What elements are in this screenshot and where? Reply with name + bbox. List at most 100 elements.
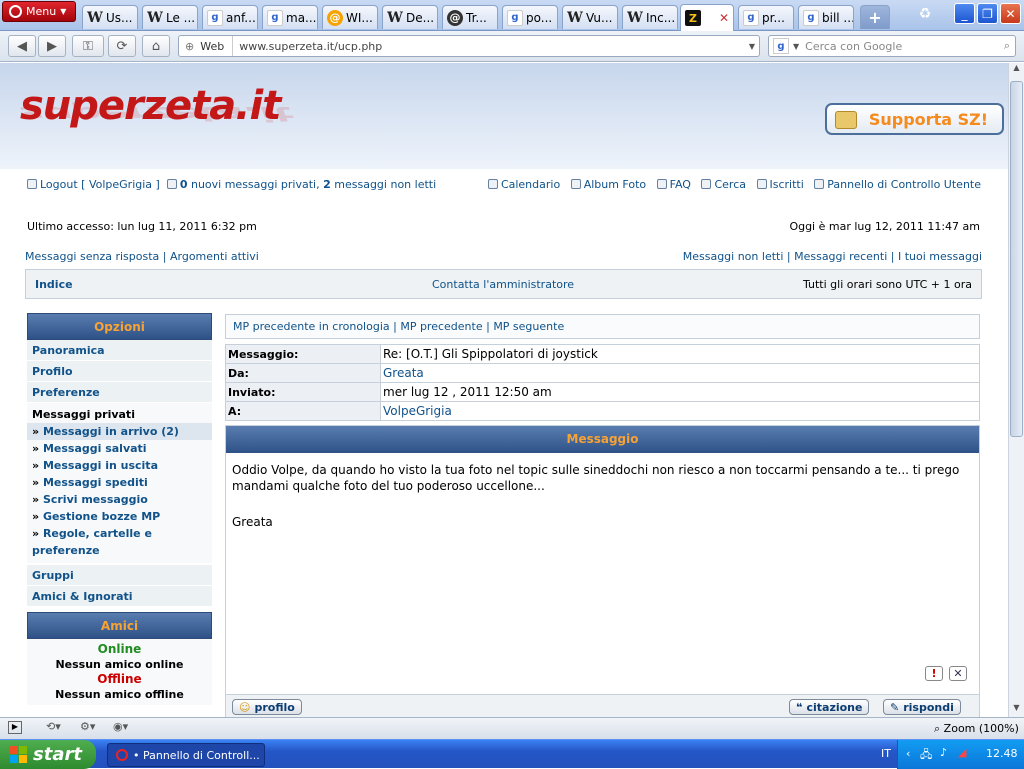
browser-tab[interactable]: g anf... <box>202 5 258 29</box>
sidebar-item-groups[interactable]: Gruppi <box>27 565 212 586</box>
reload-button[interactable]: ⟳ <box>108 35 136 57</box>
search-link[interactable]: Cerca <box>714 178 746 191</box>
user-links-left: Logout [ VolpeGrigia ] 0 nuovi messaggi … <box>27 178 447 191</box>
browser-tab[interactable]: W De... <box>382 5 438 29</box>
logout-link[interactable]: Logout [ VolpeGrigia ] <box>40 178 160 191</box>
search-input[interactable]: Cerca con Google <box>805 40 902 53</box>
start-button[interactable]: start <box>0 740 96 769</box>
offline-none: Nessun amico offline <box>55 688 184 701</box>
report-button[interactable]: ! <box>925 666 943 681</box>
browser-tab[interactable]: W Le ... <box>142 5 198 29</box>
unite-icon[interactable]: ⚙▾ <box>80 720 95 733</box>
pm-history-link[interactable]: MP precedente in cronologia <box>233 320 390 333</box>
back-button[interactable]: ◀ <box>8 35 36 57</box>
zoom-control[interactable]: ⌕ Zoom (100%) <box>934 722 1019 736</box>
browser-tab[interactable]: W Vu... <box>562 5 618 29</box>
close-window-button[interactable]: ✕ <box>1000 3 1021 24</box>
acrobat-icon[interactable]: ◢ <box>958 746 966 759</box>
pm-header-key: Da: <box>225 363 381 383</box>
sidebar-item-preferences[interactable]: Preferenze <box>27 382 212 403</box>
pm-menu-item[interactable]: » Messaggi in arrivo (2) <box>27 423 212 440</box>
faq-link[interactable]: FAQ <box>670 178 691 191</box>
browser-tab[interactable]: W Inc... <box>622 5 678 29</box>
browser-tab[interactable]: W Us... <box>82 5 138 29</box>
album-link[interactable]: Album Foto <box>584 178 646 191</box>
your-posts-link[interactable]: I tuoi messaggi <box>898 250 982 263</box>
pm-menu-item[interactable]: » Gestione bozze MP <box>27 508 212 525</box>
online-label: Online <box>97 642 142 656</box>
index-link[interactable]: Indice <box>35 278 73 291</box>
pm-next-link[interactable]: MP seguente <box>493 320 564 333</box>
turbo-icon[interactable]: ◉▾ <box>113 720 128 733</box>
sync-icon[interactable]: ⟲▾ <box>46 720 61 733</box>
chevron-down-icon[interactable]: ▼ <box>749 42 759 51</box>
quote-button[interactable]: ❝ citazione <box>789 699 870 715</box>
taskbar-item-opera[interactable]: • Pannello di Controll... <box>107 743 265 767</box>
unread-posts-link[interactable]: Messaggi non letti <box>683 250 784 263</box>
pm-menu-item[interactable]: » Scrivi messaggio <box>27 491 212 508</box>
restore-window-button[interactable]: ❐ <box>977 3 998 24</box>
sidebar-item-profile[interactable]: Profilo <box>27 361 212 382</box>
contact-admin-link[interactable]: Contatta l'amministratore <box>432 278 574 291</box>
support-button[interactable]: Supporta SZ! <box>825 103 1004 135</box>
sidebar-item-friends-foes[interactable]: Amici & Ignorati <box>27 586 212 607</box>
active-topics-link[interactable]: Argomenti attivi <box>170 250 259 263</box>
reply-button[interactable]: ✎ rispondi <box>883 699 961 715</box>
pm-header-user-link[interactable]: Greata <box>380 363 980 383</box>
browser-tab[interactable]: @ Tr... <box>442 5 498 29</box>
pm-menu-item[interactable]: » Messaggi salvati <box>27 440 212 457</box>
chevron-down-icon[interactable]: ▼ <box>793 42 799 51</box>
address-url[interactable]: www.superzeta.it/ucp.php <box>233 40 382 53</box>
new-tab-button[interactable]: + <box>860 5 890 29</box>
scroll-up-button[interactable]: ▲ <box>1009 63 1024 77</box>
menu-label: Menu <box>26 5 57 18</box>
pm-unread-text: messaggi non letti <box>334 178 437 191</box>
volume-icon[interactable]: ♪ <box>940 746 947 759</box>
address-bar[interactable]: ⊕ Web www.superzeta.it/ucp.php ▼ <box>178 35 760 57</box>
panel-toggle-icon[interactable]: ▶ <box>8 721 22 734</box>
windows-taskbar: start • Pannello di Controll... IT ‹ 🖧 ♪… <box>0 739 1024 769</box>
close-tab-icon[interactable]: ✕ <box>719 11 729 25</box>
browser-tab[interactable]: g pr... <box>738 5 794 29</box>
tray-expand-icon[interactable]: ‹ <box>906 747 910 760</box>
pm-menu-item[interactable]: » Regole, cartelle e preferenze <box>27 525 212 559</box>
search-field[interactable]: g ▼ Cerca con Google ⌕ <box>768 35 1016 57</box>
scroll-down-button[interactable]: ▼ <box>1009 703 1024 717</box>
support-label: Supporta SZ! <box>868 109 988 129</box>
minimize-window-button[interactable]: _ <box>954 3 975 24</box>
profile-button[interactable]: ☺ profilo <box>232 699 302 715</box>
pm-header-user-link[interactable]: VolpeGrigia <box>380 401 980 421</box>
browser-tab[interactable]: @ WI... <box>322 5 378 29</box>
sidebar-item-overview[interactable]: Panoramica <box>27 340 212 361</box>
delete-button[interactable]: ✕ <box>949 666 967 681</box>
browser-tab[interactable]: g bill ... <box>798 5 854 29</box>
pm-unread-count: 2 <box>323 178 331 191</box>
browser-tab-label: ma... <box>286 10 317 25</box>
unanswered-link[interactable]: Messaggi senza risposta <box>25 250 159 263</box>
ucp-link[interactable]: Pannello di Controllo Utente <box>827 178 981 191</box>
browser-tab[interactable]: g po... <box>502 5 558 29</box>
browser-tab[interactable]: g ma... <box>262 5 318 29</box>
new-posts-link[interactable]: Messaggi recenti <box>794 250 887 263</box>
language-indicator[interactable]: IT <box>881 747 891 760</box>
web-page: superzeta.it superzeta.it Supporta SZ! L… <box>0 63 1008 717</box>
calendar-link[interactable]: Calendario <box>501 178 560 191</box>
scroll-thumb[interactable] <box>1010 81 1023 437</box>
forward-button[interactable]: ▶ <box>38 35 66 57</box>
browser-tab[interactable]: Z ✕ <box>680 4 734 31</box>
network-icon[interactable]: 🖧 <box>920 746 932 765</box>
pm-submenu-header: Messaggi privati <box>32 408 135 421</box>
pm-menu-item[interactable]: » Messaggi in uscita <box>27 457 212 474</box>
page-scrollbar[interactable]: ▲ ▼ <box>1008 63 1024 717</box>
trash-icon[interactable]: ♻ <box>916 6 934 26</box>
pm-menu-item[interactable]: » Messaggi spediti <box>27 474 212 491</box>
pm-link[interactable]: 0 nuovi messaggi privati, 2 messaggi non… <box>180 178 436 191</box>
breadcrumb-bar: Indice Contatta l'amministratore Tutti g… <box>25 269 982 299</box>
browser-tab-label: bill ... <box>822 10 854 25</box>
wand-button[interactable]: ⚿ <box>72 35 104 57</box>
home-button[interactable]: ⌂ <box>142 35 170 57</box>
pm-previous-link[interactable]: MP precedente <box>400 320 482 333</box>
opera-menu-button[interactable]: Menu ▼ <box>2 1 76 22</box>
members-link[interactable]: Iscritti <box>770 178 804 191</box>
search-icon[interactable]: ⌕ <box>1004 39 1015 53</box>
